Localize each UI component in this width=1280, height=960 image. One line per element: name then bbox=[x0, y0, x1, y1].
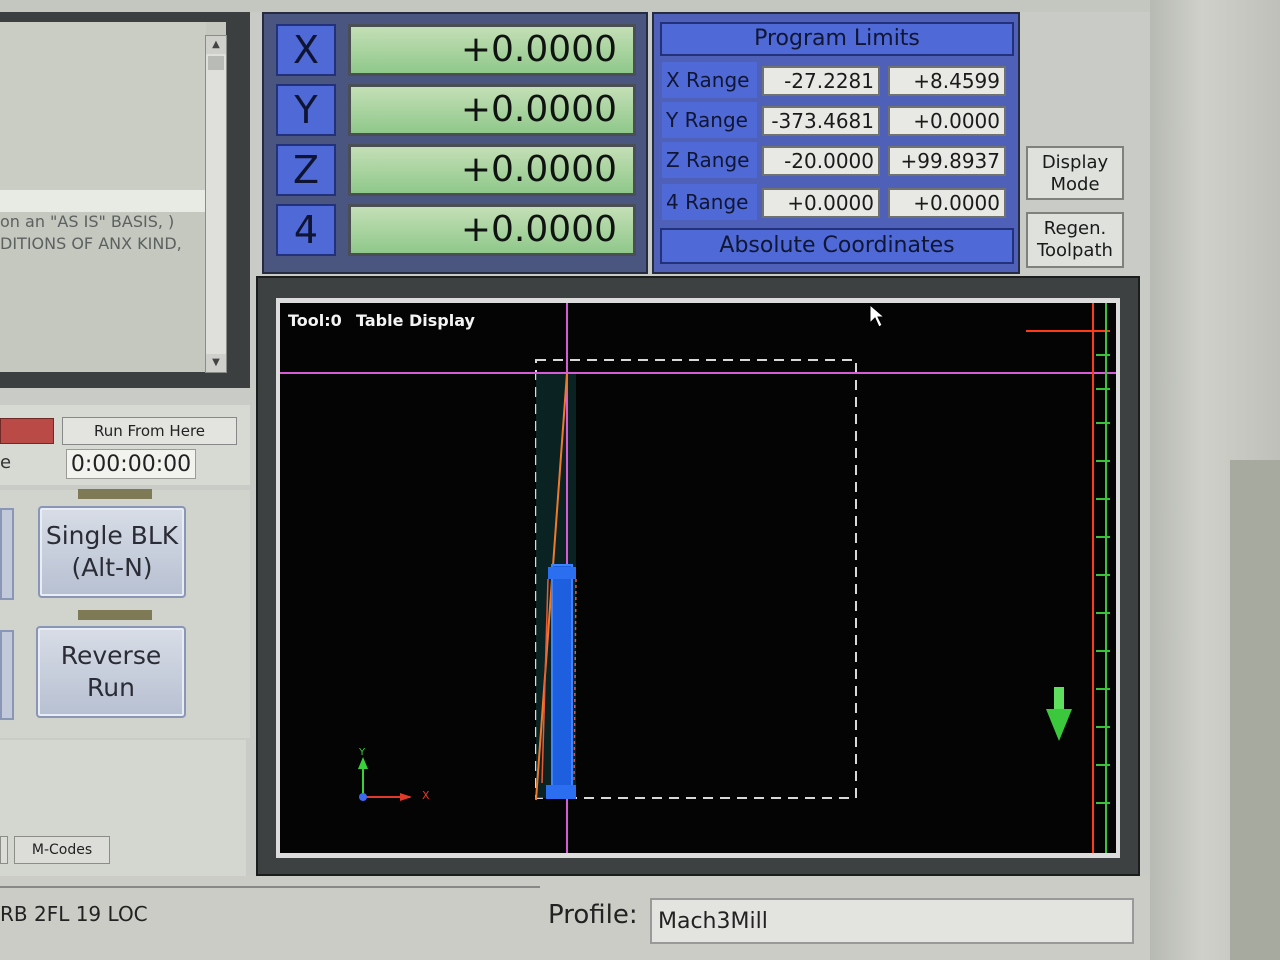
table-boundary bbox=[535, 359, 857, 799]
single-block-button[interactable]: Single BLK (Alt-N) bbox=[38, 506, 186, 598]
scroll-up-icon[interactable]: ▲ bbox=[206, 36, 226, 54]
top-bar bbox=[0, 0, 1150, 12]
axis-triad-icon bbox=[358, 757, 412, 801]
range-min-z: -20.0000 bbox=[762, 146, 880, 176]
elapsed-time: 0:00:00:00 bbox=[66, 449, 196, 479]
status-led bbox=[0, 418, 54, 444]
range-label-y: Y Range bbox=[662, 102, 757, 138]
monitor-bezel-shadow bbox=[1230, 460, 1280, 960]
profile-value: Mach3Mill bbox=[650, 898, 1134, 944]
dro-value-y[interactable]: +0.0000 bbox=[348, 84, 636, 136]
tool-bottom bbox=[546, 785, 576, 799]
gcode-scrollbar[interactable]: ▲ ▼ bbox=[205, 35, 227, 373]
run-from-here-button[interactable]: Run From Here bbox=[62, 417, 237, 445]
mcodes-button[interactable]: M-Codes bbox=[14, 836, 110, 864]
regen-toolpath-button[interactable]: Regen. Toolpath bbox=[1026, 212, 1124, 268]
range-label-x: X Range bbox=[662, 62, 757, 98]
absolute-coordinates-label[interactable]: Absolute Coordinates bbox=[660, 228, 1014, 264]
status-divider bbox=[0, 886, 540, 888]
toolpath-canvas bbox=[280, 303, 1116, 853]
mouse-cursor-icon bbox=[869, 303, 886, 328]
range-min-4: +0.0000 bbox=[762, 188, 880, 218]
elapsed-time-label: e bbox=[0, 452, 12, 473]
range-max-y: +0.0000 bbox=[888, 106, 1006, 136]
partial-button[interactable] bbox=[0, 630, 14, 720]
range-max-4: +0.0000 bbox=[888, 188, 1006, 218]
reverse-run-led bbox=[78, 610, 152, 620]
range-min-x: -27.2281 bbox=[762, 66, 880, 96]
single-block-led bbox=[78, 489, 152, 499]
tool-number: Tool:0 bbox=[288, 311, 342, 330]
gcode-listing[interactable]: on an "AS IS" BASIS, ) DITIONS OF ANX KI… bbox=[0, 22, 226, 372]
range-label-z: Z Range bbox=[662, 142, 757, 178]
range-label-4: 4 Range bbox=[662, 184, 757, 220]
display-mode-button[interactable]: Display Mode bbox=[1026, 146, 1124, 200]
tool-body bbox=[551, 564, 573, 798]
gcode-line: DITIONS OF ANX KIND, bbox=[0, 234, 182, 253]
program-limits-title: Program Limits bbox=[660, 22, 1014, 56]
profile-label: Profile: bbox=[548, 900, 638, 930]
partial-button[interactable] bbox=[0, 508, 14, 600]
dro-value-4[interactable]: +0.0000 bbox=[348, 204, 636, 256]
range-max-z: +99.8937 bbox=[888, 146, 1006, 176]
toolpath-display[interactable]: Tool:0 Table Display Y X bbox=[280, 303, 1116, 853]
range-min-y: -373.4681 bbox=[762, 106, 880, 136]
axis-label-4[interactable]: 4 bbox=[276, 204, 336, 256]
axis-y-label: Y bbox=[359, 747, 366, 758]
axis-label-x[interactable]: X bbox=[276, 24, 336, 76]
axis-x-label: X bbox=[422, 789, 430, 802]
reverse-run-button[interactable]: Reverse Run bbox=[36, 626, 186, 718]
table-display-title: Table Display bbox=[356, 311, 475, 330]
status-message: RB 2FL 19 LOC bbox=[0, 902, 148, 926]
dro-value-z[interactable]: +0.0000 bbox=[348, 144, 636, 196]
gcode-line: on an "AS IS" BASIS, ) bbox=[0, 212, 175, 231]
axis-label-y[interactable]: Y bbox=[276, 84, 336, 136]
partial-button[interactable] bbox=[0, 836, 8, 864]
dro-value-x[interactable]: +0.0000 bbox=[348, 24, 636, 76]
axis-label-z[interactable]: Z bbox=[276, 144, 336, 196]
z-direction-arrow-icon bbox=[1046, 687, 1072, 741]
scroll-down-icon[interactable]: ▼ bbox=[206, 354, 226, 372]
tool-top bbox=[548, 567, 576, 579]
range-max-x: +8.4599 bbox=[888, 66, 1006, 96]
